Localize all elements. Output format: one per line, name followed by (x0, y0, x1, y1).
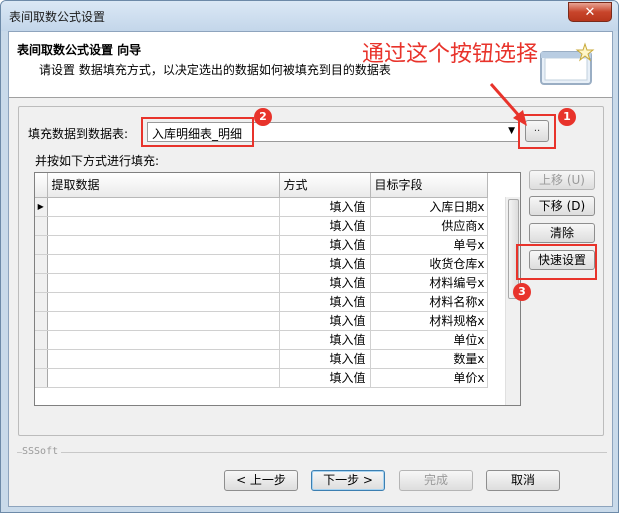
target-field-cell[interactable]: 收货仓库x (370, 254, 488, 274)
row-header[interactable] (35, 254, 48, 274)
source-cell[interactable] (47, 273, 280, 293)
target-field-cell[interactable]: 单价x (370, 368, 488, 388)
source-cell[interactable] (47, 197, 280, 217)
target-field-cell[interactable]: 材料规格x (370, 311, 488, 331)
mode-cell[interactable]: 填入值 (279, 368, 371, 388)
mode-cell[interactable]: 填入值 (279, 254, 371, 274)
row-header[interactable] (35, 368, 48, 388)
table-header-row: 提取数据 方式 目标字段 (35, 173, 488, 198)
target-field-cell[interactable]: 入库日期x (370, 197, 488, 217)
annotation-text: 通过这个按钮选择 (362, 42, 539, 67)
target-field-cell[interactable]: 材料名称x (370, 292, 488, 312)
grid-scrollbar[interactable] (505, 197, 520, 405)
source-cell[interactable] (47, 311, 280, 331)
fill-target-label: 填充数据到数据表: (28, 127, 129, 141)
title-bar: 表间取数公式设置 ✕ (1, 1, 618, 31)
finish-button[interactable]: 完成 (399, 470, 473, 491)
previous-button[interactable]: < 上一步 (224, 470, 298, 491)
next-button[interactable]: 下一步 > (311, 470, 385, 491)
mode-cell[interactable]: 填入值 (279, 292, 371, 312)
badge-1: 1 (558, 108, 576, 126)
table-row[interactable]: 填入值 单号x (35, 235, 488, 255)
row-header[interactable] (35, 311, 48, 331)
move-up-button[interactable]: 上移 (U) (529, 170, 595, 190)
mode-cell[interactable]: 填入值 (279, 349, 371, 369)
mode-cell[interactable]: 填入值 (279, 235, 371, 255)
target-field-cell[interactable]: 单号x (370, 235, 488, 255)
mode-cell[interactable]: 填入值 (279, 273, 371, 293)
wizard-description: 请设置 数据填充方式，以决定选出的数据如何被填充到目的数据表 (39, 63, 391, 77)
table-row[interactable]: 填入值 供应商x (35, 216, 488, 236)
move-down-button[interactable]: 下移 (D) (529, 196, 595, 216)
table-row[interactable]: ▶ 填入值 入库日期x (35, 197, 488, 217)
source-cell[interactable] (47, 349, 280, 369)
row-header[interactable] (35, 273, 48, 293)
row-header[interactable] (35, 216, 48, 236)
dialog-window: 表间取数公式设置 ✕ 表间取数公式设置 向导 请设置 数据填充方式，以决定选出的… (0, 0, 619, 513)
source-cell[interactable] (47, 254, 280, 274)
table-row[interactable]: 填入值 材料编号x (35, 273, 488, 293)
target-field-cell[interactable]: 材料编号x (370, 273, 488, 293)
mapping-rows: ▶ 填入值 入库日期x 填入值 供应商x 填入值 单号x 填入值 收货仓库x 填入值 材料编号x 填入… (35, 197, 488, 388)
row-header-corner (35, 173, 48, 198)
table-row[interactable]: 填入值 收货仓库x (35, 254, 488, 274)
grid-caption: 并按如下方式进行填充: (35, 154, 160, 168)
target-field-cell[interactable]: 数量x (370, 349, 488, 369)
target-field-cell[interactable]: 供应商x (370, 216, 488, 236)
table-row[interactable]: 填入值 单价x (35, 368, 488, 388)
mode-cell[interactable]: 填入值 (279, 197, 371, 217)
table-row[interactable]: 填入值 数量x (35, 349, 488, 369)
wizard-title: 表间取数公式设置 向导 (17, 43, 142, 57)
column-header-target[interactable]: 目标字段 (370, 173, 488, 198)
window-title: 表间取数公式设置 (9, 10, 106, 24)
mode-cell[interactable]: 填入值 (279, 330, 371, 350)
mapping-table: 提取数据 方式 目标字段 ▶ 填入值 入库日期x 填入值 供应商x 填入值 单号x 填入值 收货… (35, 173, 488, 388)
row-header[interactable] (35, 292, 48, 312)
target-field-cell[interactable]: 单位x (370, 330, 488, 350)
close-button[interactable]: ✕ (568, 2, 612, 22)
table-row[interactable]: 填入值 材料规格x (35, 311, 488, 331)
row-header[interactable] (35, 235, 48, 255)
column-header-mode[interactable]: 方式 (279, 173, 371, 198)
dialog-client: 表间取数公式设置 向导 请设置 数据填充方式，以决定选出的数据如何被填充到目的数… (8, 31, 613, 507)
column-header-source[interactable]: 提取数据 (47, 173, 280, 198)
highlight-box-2 (141, 117, 254, 147)
badge-3: 3 (513, 283, 531, 301)
row-header[interactable] (35, 330, 48, 350)
footer-divider (17, 452, 607, 453)
mode-cell[interactable]: 填入值 (279, 216, 371, 236)
highlight-box-3 (516, 244, 597, 280)
brand-label: SSSoft (22, 446, 62, 457)
source-cell[interactable] (47, 368, 280, 388)
source-cell[interactable] (47, 216, 280, 236)
current-row-indicator-icon[interactable]: ▶ (35, 197, 48, 217)
source-cell[interactable] (47, 292, 280, 312)
mode-cell[interactable]: 填入值 (279, 311, 371, 331)
fill-mapping-grid[interactable]: 提取数据 方式 目标字段 ▶ 填入值 入库日期x 填入值 供应商x 填入值 单号x 填入值 收货… (34, 172, 521, 406)
source-cell[interactable] (47, 330, 280, 350)
clear-button[interactable]: 清除 (529, 223, 595, 243)
wizard-window-icon (540, 42, 595, 85)
table-row[interactable]: 填入值 单位x (35, 330, 488, 350)
row-header[interactable] (35, 349, 48, 369)
source-cell[interactable] (47, 235, 280, 255)
close-icon: ✕ (584, 4, 596, 20)
table-row[interactable]: 填入值 材料名称x (35, 292, 488, 312)
badge-2: 2 (254, 108, 272, 126)
annotation-arrow-icon (489, 83, 527, 126)
cancel-button[interactable]: 取消 (486, 470, 560, 491)
